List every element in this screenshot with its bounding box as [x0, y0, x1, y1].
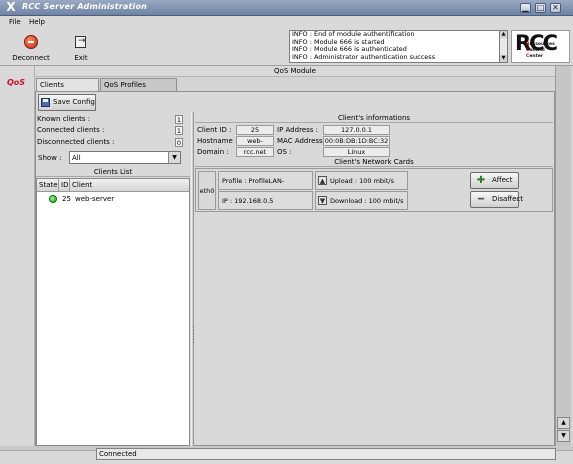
- connection-status: Connected: [96, 448, 556, 460]
- close-button[interactable]: ✕: [550, 3, 561, 13]
- disconnect-button[interactable]: Deconnect: [10, 31, 52, 63]
- client-id-cell: 25: [62, 195, 71, 203]
- save-config-button[interactable]: Save Config: [38, 94, 96, 111]
- tab-clients-supervisor[interactable]: Clients Supervisor: [36, 78, 99, 101]
- exit-door-icon: [75, 36, 86, 48]
- save-config-label: Save Config: [53, 98, 95, 106]
- download-label: Download : 100 mbit/s: [330, 197, 404, 205]
- logo-line: Control: [526, 48, 545, 53]
- connected-status-icon: [49, 195, 57, 203]
- stat-value: 1: [175, 115, 183, 124]
- rcc-logo: RCC Ressources Control Center: [511, 30, 570, 63]
- scroll-up-icon[interactable]: ▲: [500, 31, 507, 38]
- disconnect-label: Deconnect: [12, 54, 50, 62]
- show-label: Show :: [38, 154, 62, 162]
- upload-cell: ▲ Upload : 100 mbit/s: [315, 171, 408, 190]
- pane-splitter[interactable]: · · · · · ·: [191, 112, 194, 446]
- show-filter-select[interactable]: All ▼: [69, 151, 181, 164]
- exit-button[interactable]: Exit: [66, 31, 96, 63]
- exit-label: Exit: [74, 54, 88, 62]
- table-row[interactable]: 25 web-server: [37, 194, 189, 205]
- menu-file[interactable]: File: [9, 18, 21, 26]
- os-label: OS :: [277, 148, 292, 156]
- clients-table[interactable]: State ID Client 25 web-server: [36, 178, 190, 446]
- hostname-label: Hostname :: [197, 137, 238, 145]
- menu-help[interactable]: Help: [29, 18, 45, 26]
- vertical-scrollbar[interactable]: ▲ ▼: [555, 66, 571, 446]
- scroll-down-icon[interactable]: ▼: [557, 430, 570, 442]
- scroll-up-icon[interactable]: ▲: [557, 417, 570, 429]
- connected-clients-row: Connected clients : 1: [37, 125, 187, 136]
- disconnect-icon: [24, 35, 38, 49]
- floppy-disk-icon: [41, 98, 50, 107]
- client-id-label: Client ID :: [197, 126, 232, 134]
- disaffect-label: Disaffect: [492, 195, 523, 203]
- mac-address-value: 00:0B:DB:1D:BC:32: [323, 136, 390, 146]
- ip-address-value: 127.0.0.1: [323, 125, 390, 135]
- interface-name: eth0: [198, 171, 216, 210]
- client-info-title: Client's informations: [195, 113, 553, 123]
- menu-bar: File Help: [0, 16, 573, 29]
- known-clients-row: Known clients : 1: [37, 114, 187, 125]
- column-header-id[interactable]: ID: [59, 179, 70, 192]
- scroll-down-icon[interactable]: ▼: [500, 55, 507, 62]
- ip-address-label: IP Address :: [277, 126, 318, 134]
- splitter-grip-icon[interactable]: · · · · · ·: [192, 326, 195, 347]
- log-line: INFO : Administrator authentication succ…: [292, 53, 436, 62]
- maximize-button[interactable]: □: [535, 3, 546, 13]
- title-bar: X RCC Server Administration ▁ □ ✕: [0, 0, 573, 16]
- window-title: RCC Server Administration: [22, 2, 148, 11]
- stat-value: 0: [175, 138, 183, 147]
- disconnected-clients-row: Disconnected clients : 0: [37, 137, 187, 148]
- log-scrollbar[interactable]: ▲ ▼: [500, 30, 508, 63]
- qos-module-icon[interactable]: QoS: [7, 78, 25, 87]
- minus-icon: ━: [477, 194, 485, 205]
- upload-label: Upload : 100 mbit/s: [330, 177, 394, 185]
- clients-list-title: Clients List: [36, 167, 190, 177]
- column-header-client[interactable]: Client: [70, 179, 189, 192]
- client-name-cell: web-server: [75, 195, 115, 203]
- logo-line: Center: [526, 54, 543, 59]
- hostname-value: web-server: [236, 136, 274, 154]
- client-id-value: 25: [236, 125, 274, 135]
- tab-qos-profiles-manager[interactable]: QoS Profiles Manager: [100, 78, 177, 101]
- domain-label: Domain :: [197, 148, 229, 156]
- app-icon: X: [6, 0, 16, 14]
- profile-cell: Profile : ProfileLAN-100MBits: [218, 171, 313, 203]
- disaffect-button[interactable]: ━ Disaffect: [470, 191, 523, 208]
- minimize-button[interactable]: ▁: [520, 3, 531, 13]
- affect-label: Affect: [492, 176, 513, 184]
- logo-line: Ressources: [526, 42, 555, 47]
- stat-value: 1: [175, 126, 183, 135]
- module-sidebar: [0, 66, 35, 446]
- download-cell: ▼ Download : 100 mbit/s: [315, 191, 408, 210]
- column-header-state[interactable]: State: [37, 179, 59, 192]
- arrow-up-icon: ▲: [318, 176, 327, 185]
- affect-button[interactable]: ✚ Affect: [470, 172, 519, 189]
- plus-icon: ✚: [476, 175, 486, 186]
- show-selected-value: All: [72, 154, 81, 162]
- module-title: QoS Module: [35, 66, 555, 77]
- stat-label: Disconnected clients :: [37, 138, 115, 146]
- stat-label: Known clients :: [37, 115, 91, 123]
- mac-address-label: MAC Address :: [277, 137, 328, 145]
- domain-value: rcc.net: [236, 147, 274, 157]
- log-output[interactable]: INFO : End of module authentification IN…: [289, 30, 500, 63]
- stat-label: Connected clients :: [37, 126, 105, 134]
- arrow-down-icon: ▼: [318, 196, 327, 205]
- ip-cell: IP : 192.168.0.5: [218, 191, 313, 210]
- chevron-down-icon[interactable]: ▼: [168, 152, 180, 163]
- os-value: Linux: [323, 147, 390, 157]
- network-cards-title: Client's Network Cards: [195, 157, 553, 167]
